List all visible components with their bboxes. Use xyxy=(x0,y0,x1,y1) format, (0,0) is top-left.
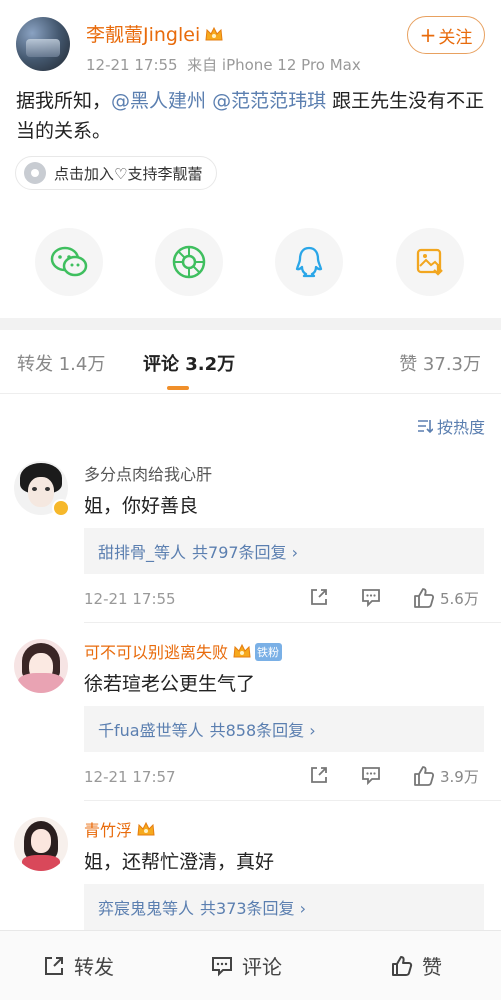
commenter-avatar[interactable] xyxy=(14,817,68,871)
post-meta: 12-21 17:55 来自 iPhone 12 Pro Max xyxy=(86,54,361,75)
comment-text: 姐，还帮忙澄清，真好 xyxy=(84,851,275,873)
plus-icon: + xyxy=(419,23,437,47)
like-button[interactable]: 3.9万 xyxy=(412,764,479,788)
commenter-name[interactable]: 可不可以别逃离失败 铁粉 xyxy=(84,639,283,663)
repost-icon xyxy=(45,956,63,975)
weibo-post-page: 李靓蕾Jinglei 12-21 17:55 来自 iPhone 12 Pro … xyxy=(0,0,501,1000)
commenter-avatar[interactable] xyxy=(14,639,68,693)
comment-icon xyxy=(212,956,232,976)
comment-text: 姐，你好善良 xyxy=(84,495,199,517)
verified-badge-icon xyxy=(52,499,70,517)
tab-active-indicator xyxy=(167,386,189,390)
comment-text: 徐若瑄老公更生气了 xyxy=(84,673,256,695)
comment-time: 12-21 17:55 xyxy=(84,590,176,608)
reply-summary[interactable]: 甜排骨_等人 共797条回复 › xyxy=(84,528,484,574)
comment-footer: 12-21 17:57 3.9万 xyxy=(84,764,484,792)
repost-button[interactable]: 转发 xyxy=(42,951,114,980)
thumbs-up-icon xyxy=(414,588,435,608)
mention-link[interactable]: @范范范玮琪 xyxy=(212,90,326,112)
commenter-name[interactable]: 多分点肉给我心肝 xyxy=(84,461,212,485)
comment-time: 12-21 17:57 xyxy=(84,768,176,786)
flower-icon xyxy=(24,162,46,184)
like-button[interactable]: 赞 xyxy=(390,951,442,980)
comment-footer: 12-21 17:55 5.6万 xyxy=(84,586,484,614)
interaction-tabs: 转发 1.4万 评论 3.2万 赞 37.3万 xyxy=(0,330,501,394)
comment-divider xyxy=(84,800,501,801)
repost-icon[interactable] xyxy=(308,586,330,608)
follow-button[interactable]: + 关注 xyxy=(407,16,485,54)
thumbs-up-icon xyxy=(414,766,435,786)
bottom-action-bar: 转发 评论 赞 xyxy=(0,930,501,1000)
fan-badge: 铁粉 xyxy=(255,643,283,661)
qq-icon[interactable] xyxy=(275,228,343,296)
author-avatar[interactable] xyxy=(16,17,70,71)
reply-summary[interactable]: 弈宸鬼鬼等人 共373条回复 › xyxy=(84,884,484,930)
tab-repost[interactable]: 转发 1.4万 xyxy=(17,350,105,376)
comment-icon[interactable] xyxy=(360,586,382,608)
save-image-icon[interactable] xyxy=(396,228,464,296)
post-header: 李靓蕾Jinglei 12-21 17:55 来自 iPhone 12 Pro … xyxy=(0,0,501,90)
post-time: 12-21 17:55 xyxy=(86,56,178,74)
tab-comment[interactable]: 评论 3.2万 xyxy=(143,350,235,376)
mention-link[interactable]: @黑人建州 xyxy=(111,90,206,112)
commenter-name[interactable]: 青竹浮 xyxy=(84,817,156,841)
wechat-icon[interactable] xyxy=(35,228,103,296)
sort-icon xyxy=(417,420,433,434)
sort-toggle[interactable]: 按热度 xyxy=(417,414,485,438)
post-source: 来自 iPhone 12 Pro Max xyxy=(187,56,361,74)
comment-icon[interactable] xyxy=(360,764,382,786)
crown-icon xyxy=(204,25,224,43)
comment-button[interactable]: 评论 xyxy=(210,951,282,980)
thumbs-up-icon xyxy=(392,955,413,976)
commenter-avatar[interactable] xyxy=(14,461,70,517)
comment-divider xyxy=(84,622,501,623)
crown-icon xyxy=(136,820,156,838)
like-button[interactable]: 5.6万 xyxy=(412,586,479,610)
repost-icon[interactable] xyxy=(308,764,330,786)
section-divider xyxy=(0,318,501,330)
author-name[interactable]: 李靓蕾Jinglei xyxy=(86,20,224,47)
post-text: 据我所知，@黑人建州 @范范范玮琪 跟王先生没有不正当的关系。 xyxy=(16,90,485,142)
share-row xyxy=(0,228,501,298)
support-chip[interactable]: 点击加入♡支持李靓蕾 xyxy=(15,156,218,190)
crown-icon xyxy=(232,642,252,660)
tab-like[interactable]: 赞 37.3万 xyxy=(399,350,481,376)
moments-icon[interactable] xyxy=(155,228,223,296)
reply-summary[interactable]: 千fua盛世等人 共858条回复 › xyxy=(84,706,484,752)
